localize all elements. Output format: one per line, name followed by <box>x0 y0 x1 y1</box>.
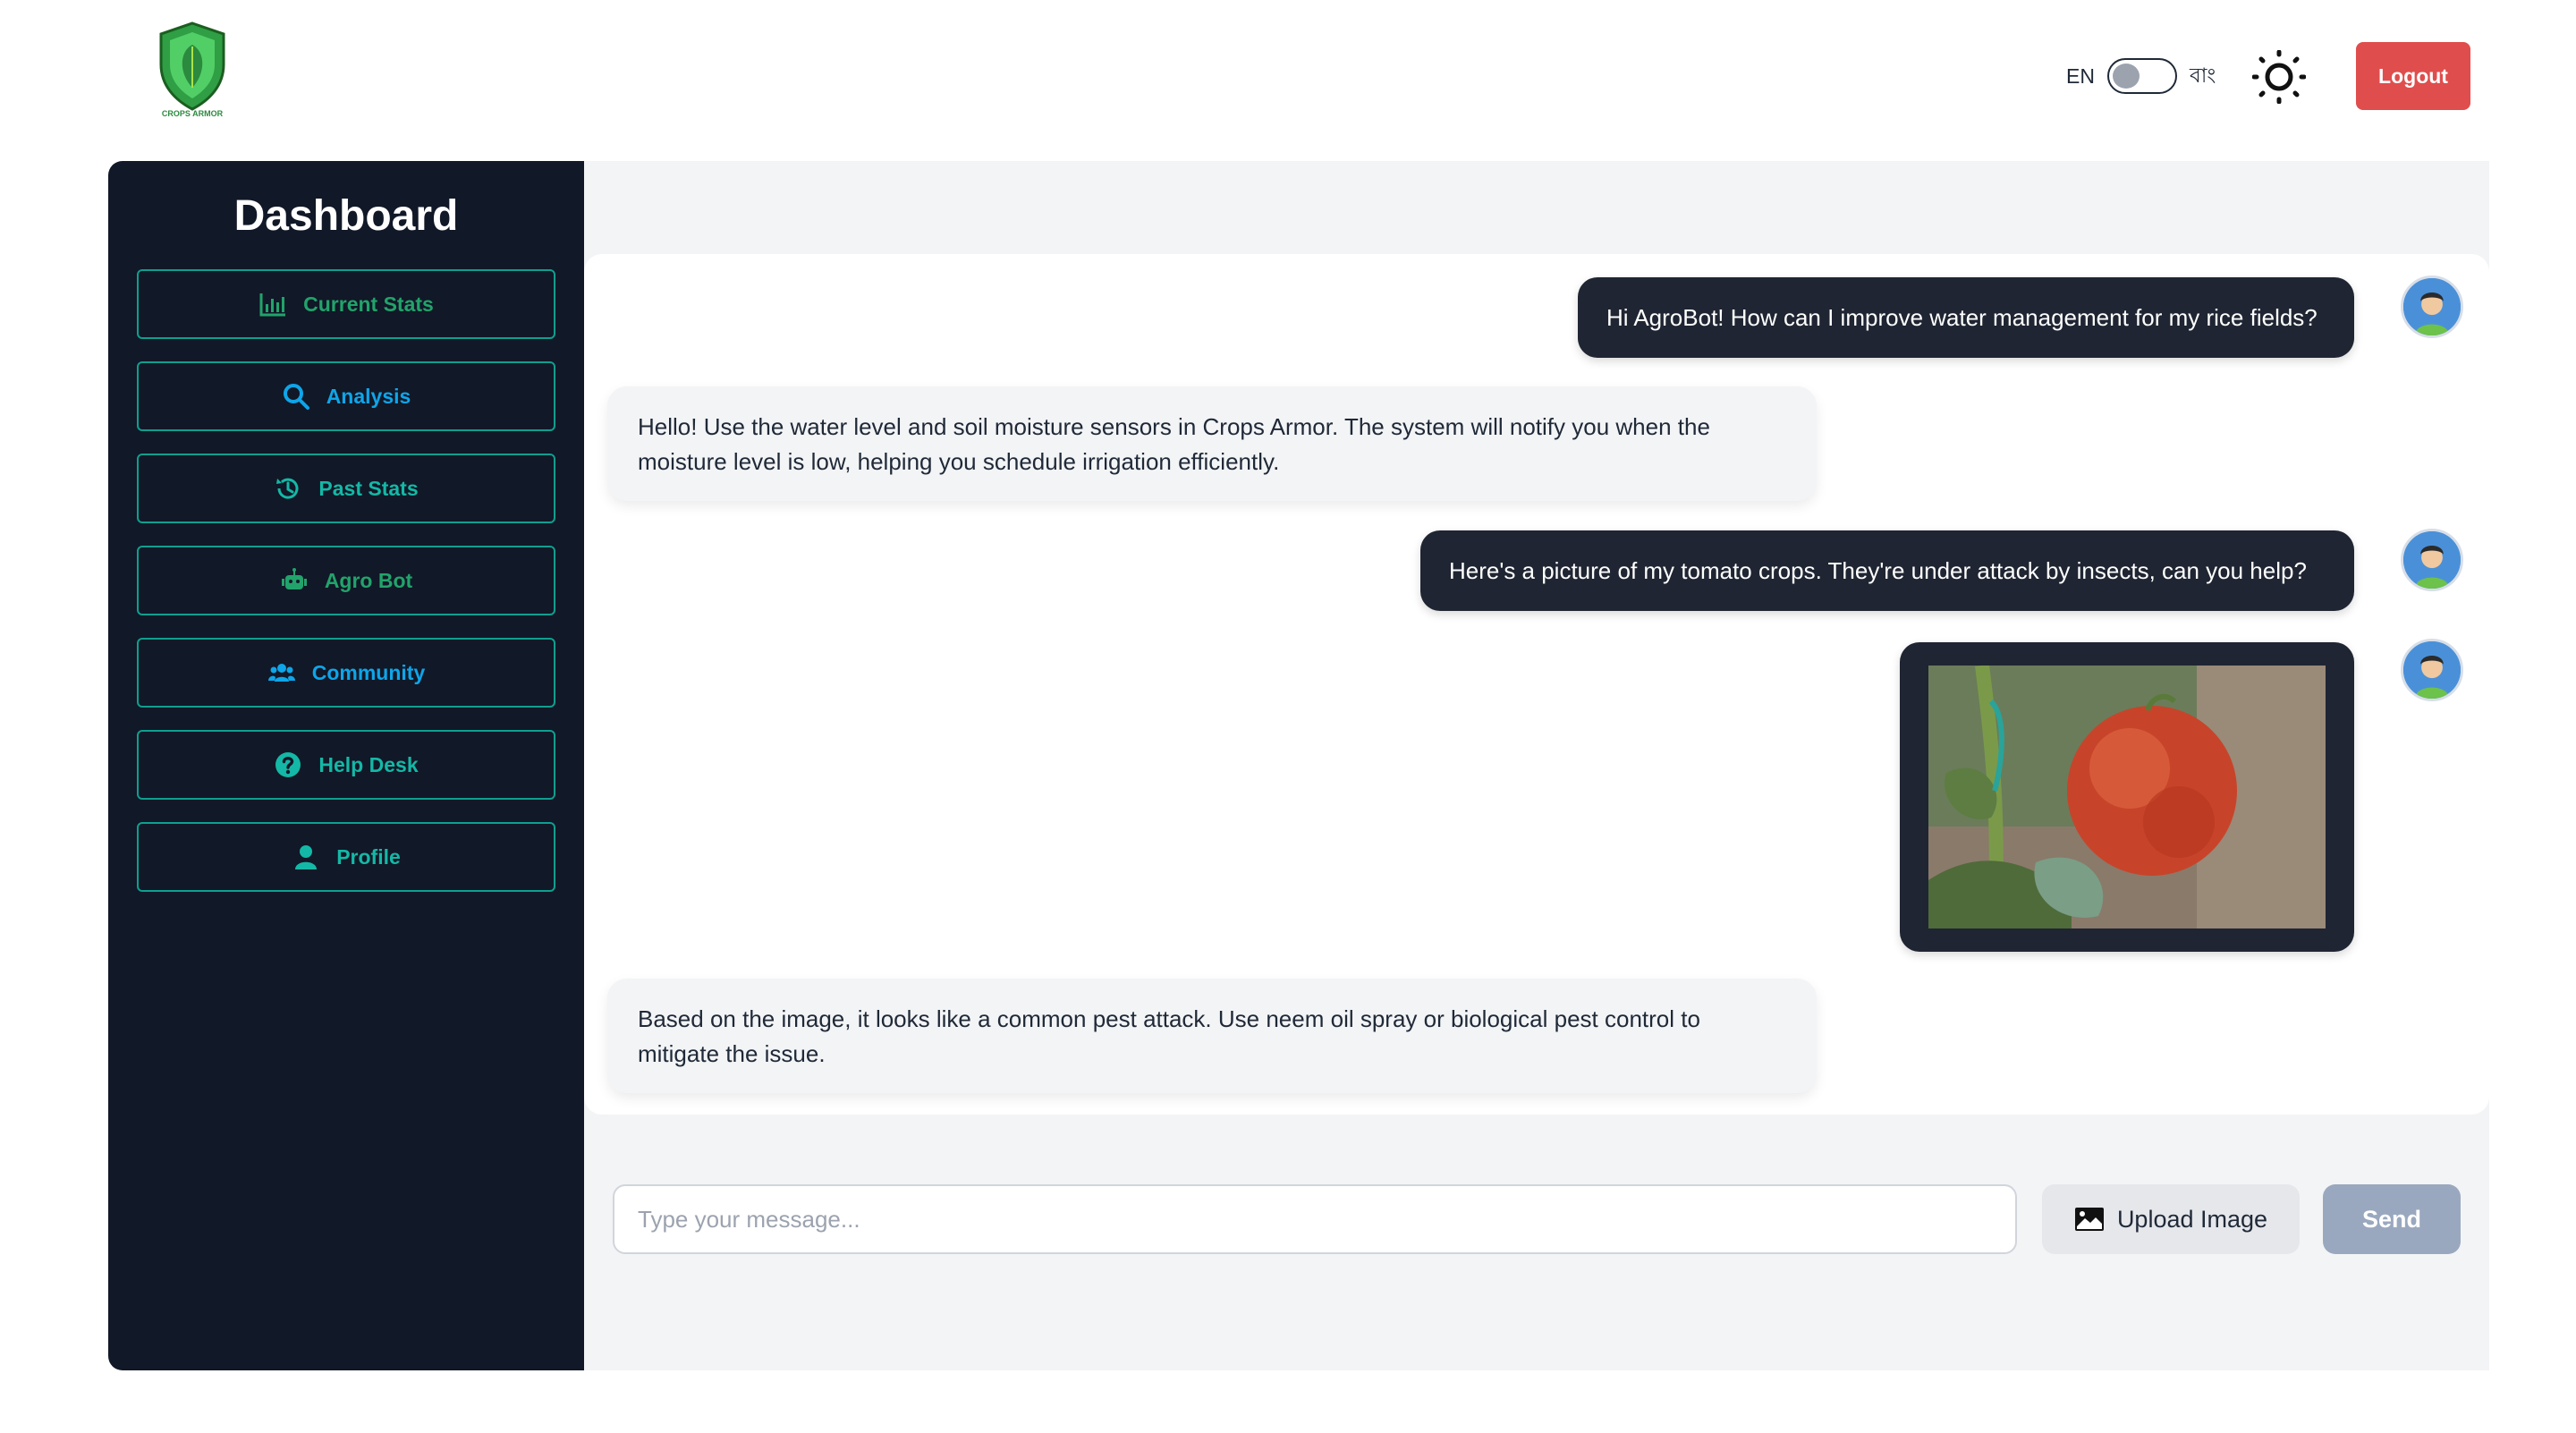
user-message: Hi AgroBot! How can I improve water mana… <box>1578 277 2354 358</box>
bar-chart-icon <box>259 293 286 317</box>
user-icon <box>295 845 318 869</box>
user-avatar <box>2401 276 2463 338</box>
sidebar-item-label: Community <box>311 660 426 684</box>
avatar-icon <box>2403 531 2461 589</box>
users-icon <box>267 664 295 682</box>
sidebar-item-analysis[interactable]: Analysis <box>137 361 555 431</box>
lang-bn-label: বাং <box>2189 63 2216 87</box>
sidebar-item-label: Help Desk <box>318 752 419 776</box>
sidebar-item-profile[interactable]: Profile <box>137 822 555 892</box>
top-header: CROPS ARMOR EN বাং Logout <box>0 0 2576 152</box>
sidebar-item-label: Past Stats <box>318 476 419 500</box>
sidebar-title: Dashboard <box>233 192 459 240</box>
tomato-crop-photo[interactable] <box>1928 665 2326 929</box>
language-toggle: EN বাং <box>2066 55 2216 97</box>
bot-message: Based on the image, it looks like a comm… <box>607 979 1817 1093</box>
question-icon <box>275 752 301 777</box>
message-text: Hello! Use the water level and soil mois… <box>638 413 1710 475</box>
user-message: Here's a picture of my tomato crops. The… <box>1420 530 2354 611</box>
language-switch[interactable] <box>2106 58 2177 94</box>
sidebar-item-current-stats[interactable]: Current Stats <box>137 269 555 339</box>
upload-image-button[interactable]: Upload Image <box>2042 1184 2300 1254</box>
avatar-icon <box>2403 641 2461 699</box>
lang-en-label: EN <box>2066 64 2095 88</box>
sidebar-item-community[interactable]: Community <box>137 638 555 708</box>
logo-text: CROPS ARMOR <box>162 109 224 118</box>
search-icon <box>283 384 309 410</box>
sidebar-item-label: Agro Bot <box>324 568 413 592</box>
sun-icon[interactable] <box>2252 50 2306 104</box>
user-avatar <box>2401 529 2463 591</box>
robot-icon <box>281 568 307 589</box>
sidebar-item-agro-bot[interactable]: Agro Bot <box>137 546 555 615</box>
bot-message: Hello! Use the water level and soil mois… <box>607 386 1817 501</box>
avatar-icon <box>2403 278 2461 335</box>
message-text: Based on the image, it looks like a comm… <box>638 1005 1700 1067</box>
chat-window: Hi AgroBot! How can I improve water mana… <box>584 254 2489 1115</box>
image-icon <box>2074 1208 2104 1231</box>
upload-image-label: Upload Image <box>2116 1205 2268 1233</box>
message-text: Here's a picture of my tomato crops. The… <box>1449 556 2307 584</box>
switch-knob <box>2112 64 2140 89</box>
sidebar-item-past-stats[interactable]: Past Stats <box>137 454 555 523</box>
message-composer: Upload Image Send <box>584 1161 2489 1276</box>
user-avatar <box>2401 639 2463 701</box>
message-text: Hi AgroBot! How can I improve water mana… <box>1606 303 2318 331</box>
send-button[interactable]: Send <box>2323 1184 2461 1254</box>
sidebar-item-label: Analysis <box>326 384 411 408</box>
main-panel: Hi AgroBot! How can I improve water mana… <box>584 161 2489 1370</box>
user-image-message <box>1900 642 2354 952</box>
sidebar-item-label: Current Stats <box>303 292 434 316</box>
history-icon <box>276 478 299 499</box>
sidebar: Dashboard Current Stats Analysis Past St… <box>108 161 584 1370</box>
sidebar-item-help-desk[interactable]: Help Desk <box>137 730 555 800</box>
message-input[interactable] <box>613 1184 2017 1254</box>
crops-armor-logo[interactable]: CROPS ARMOR <box>152 20 233 118</box>
logout-button[interactable]: Logout <box>2356 42 2470 110</box>
sidebar-item-label: Profile <box>336 844 401 869</box>
